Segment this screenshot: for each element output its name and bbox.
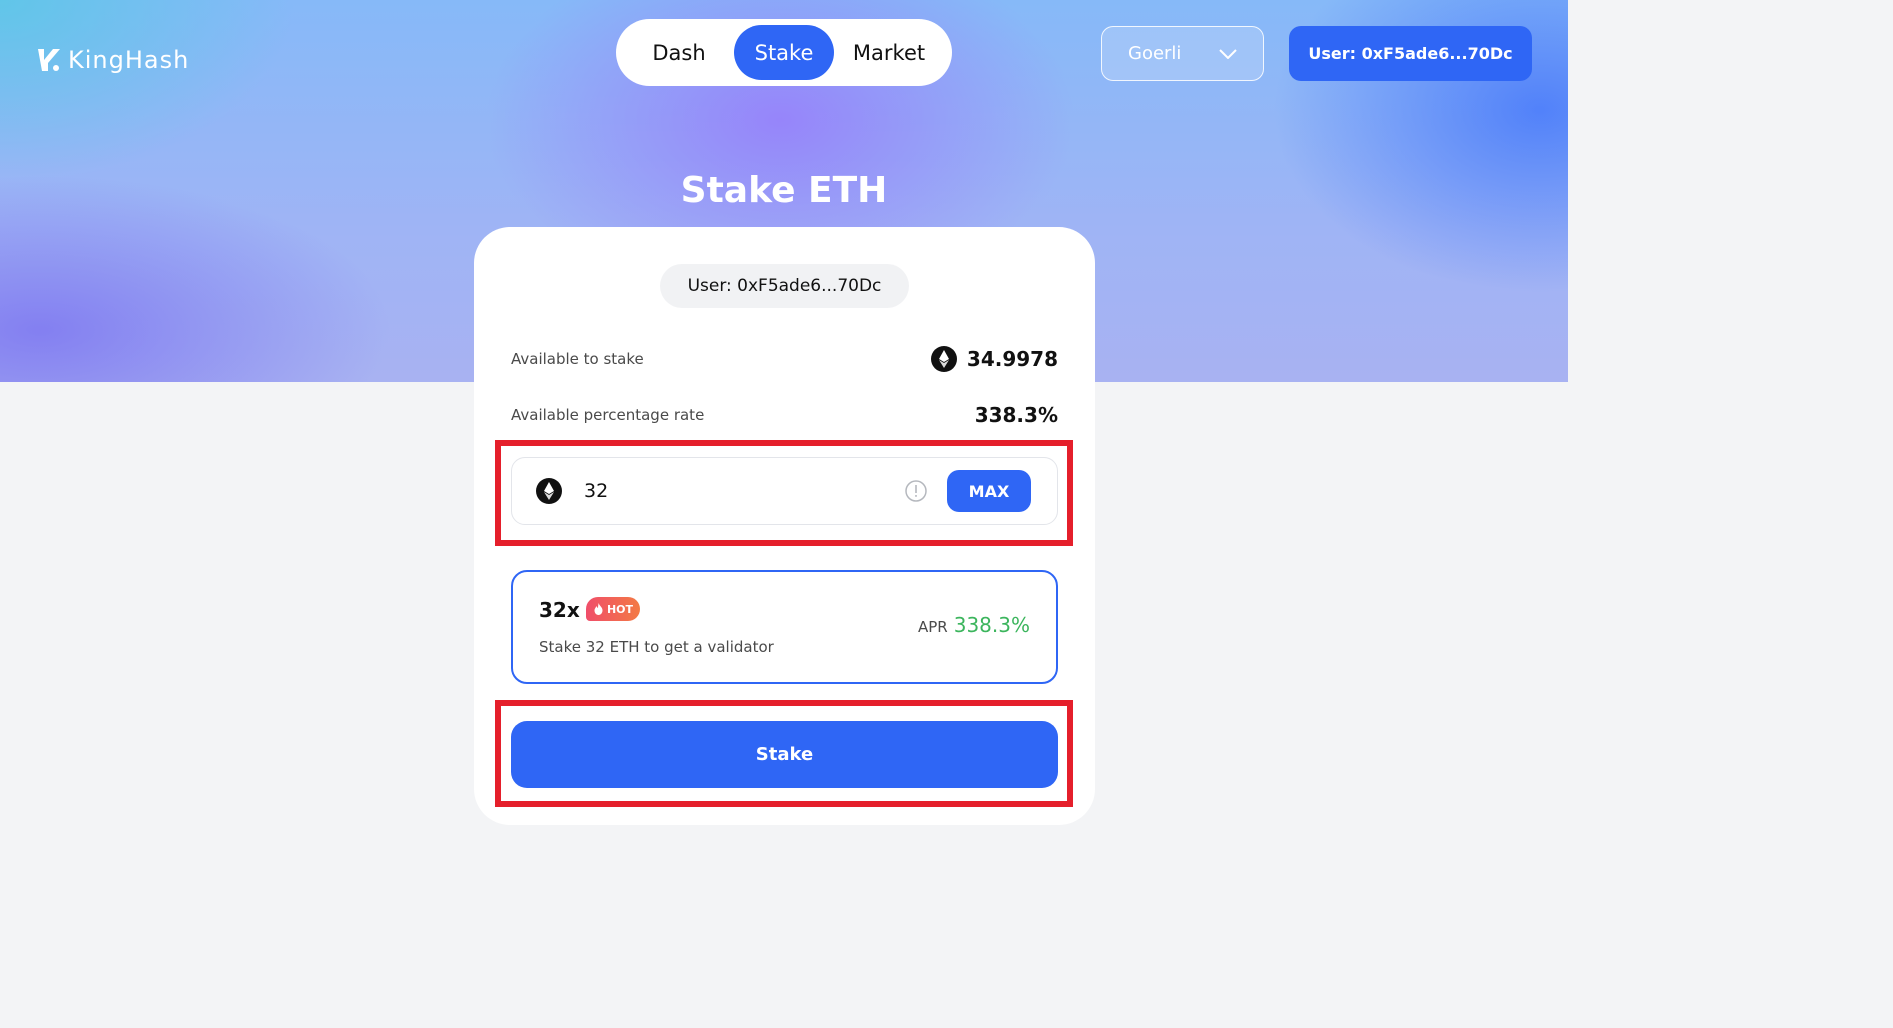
- hot-badge: HOT: [586, 597, 640, 621]
- option-description: Stake 32 ETH to get a validator: [539, 638, 774, 656]
- available-to-stake-row: Available to stake 34.9978: [511, 344, 1058, 374]
- percentage-rate-value: 338.3%: [974, 403, 1058, 427]
- eth-icon: [930, 346, 957, 372]
- page: KingHash Dash Stake Market Goerli User: …: [0, 0, 1568, 852]
- kinghash-logo-icon: [38, 49, 60, 71]
- available-to-stake-label: Available to stake: [511, 350, 644, 368]
- network-select[interactable]: Goerli: [1101, 26, 1264, 81]
- stake-card: User: 0xF5ade6...70Dc Available to stake…: [474, 227, 1095, 825]
- eth-icon: [536, 478, 562, 504]
- available-to-stake-value: 34.9978: [966, 347, 1058, 371]
- tab-market[interactable]: Market: [834, 25, 944, 80]
- hot-badge-label: HOT: [606, 602, 634, 616]
- apr-value: 338.3%: [953, 613, 1030, 637]
- apr-group: APR 338.3%: [918, 613, 1030, 637]
- tab-stake[interactable]: Stake: [734, 25, 834, 80]
- main-nav: Dash Stake Market: [616, 19, 952, 86]
- tab-dash[interactable]: Dash: [624, 25, 734, 80]
- amount-field: MAX: [511, 457, 1058, 525]
- percentage-rate-row: Available percentage rate 338.3%: [511, 400, 1058, 430]
- option-title: 32x: [539, 598, 580, 622]
- apr-label: APR: [918, 618, 948, 636]
- amount-input[interactable]: [584, 471, 905, 511]
- user-address-chip: User: 0xF5ade6...70Dc: [660, 264, 909, 308]
- network-label: Goerli: [1128, 43, 1182, 64]
- available-to-stake-value-group: 34.9978: [930, 346, 1058, 372]
- percentage-rate-label: Available percentage rate: [511, 406, 705, 424]
- logo[interactable]: KingHash: [36, 44, 189, 76]
- user-account-button[interactable]: User: 0xF5ade6...70Dc: [1289, 26, 1532, 81]
- validator-option-32x[interactable]: 32x HOT Stake 32 ETH to get a validator …: [511, 570, 1058, 684]
- logo-text: KingHash: [68, 46, 190, 74]
- stake-button[interactable]: Stake: [511, 721, 1058, 788]
- page-title: Stake ETH: [680, 170, 888, 211]
- chevron-down-icon: [1219, 48, 1237, 59]
- max-button[interactable]: MAX: [947, 470, 1031, 512]
- flame-icon: [594, 603, 603, 615]
- info-icon[interactable]: [905, 480, 927, 502]
